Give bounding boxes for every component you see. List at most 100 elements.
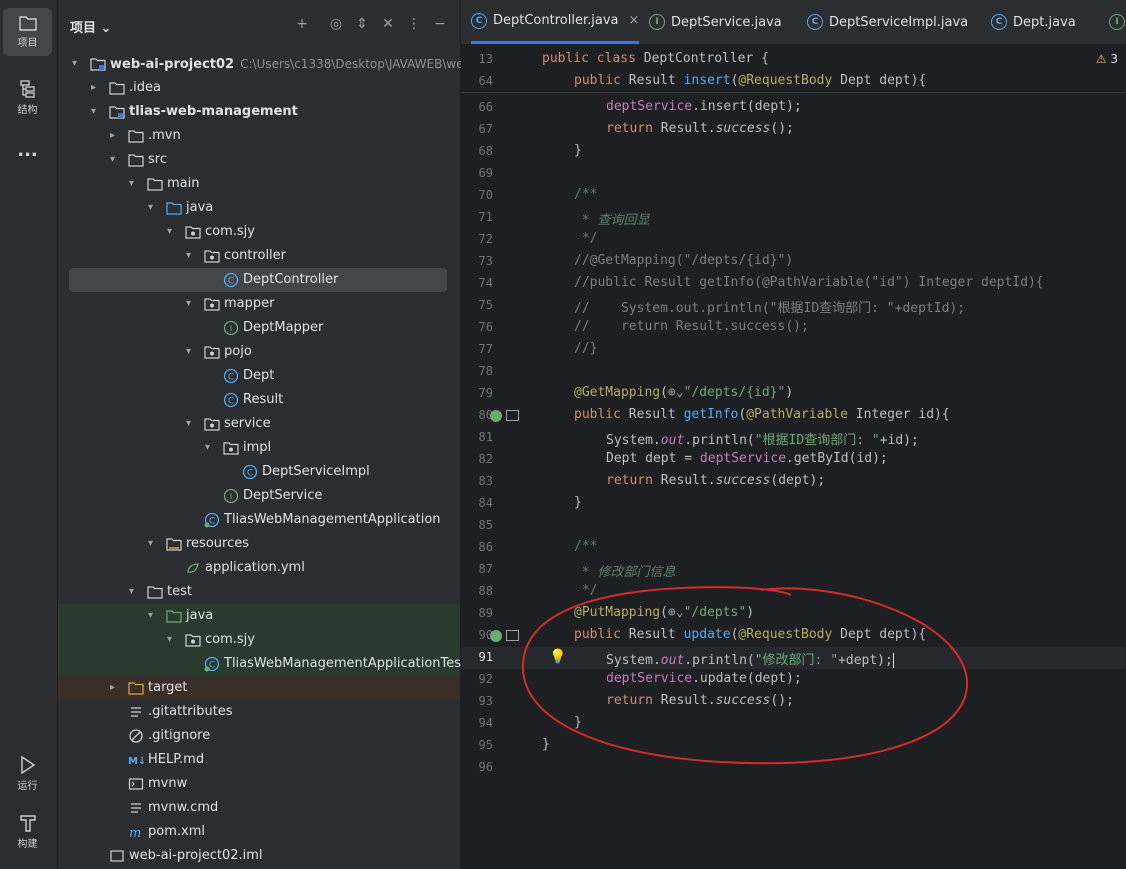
- svg-text:m: m: [129, 826, 141, 840]
- module-folder-icon: [109, 106, 125, 119]
- tree-item-test-package[interactable]: ▾ com.sjy: [58, 628, 460, 652]
- tree-item-dept[interactable]: C Dept: [58, 364, 460, 388]
- tree-item-label: java: [186, 200, 214, 215]
- tree-item-label: TliasWebManagementApplicationTests: [224, 656, 473, 671]
- more-tools-button[interactable]: ...: [3, 128, 52, 172]
- package-icon: [204, 346, 220, 359]
- tree-item-label: target: [148, 680, 188, 695]
- tree-item-java[interactable]: ▾ java: [58, 196, 460, 220]
- tree-item-deptservice[interactable]: I DeptService: [58, 484, 460, 508]
- build-tool-label: 构建: [17, 839, 38, 850]
- tool-window-strip: 项目 结构 ... 运行 构建: [0, 0, 58, 869]
- tree-item-label: Dept: [243, 368, 275, 383]
- tree-item-label: main: [167, 176, 200, 191]
- project-panel-title[interactable]: 项目 ⌄: [70, 17, 111, 36]
- tree-item-gitattributes[interactable]: .gitattributes: [58, 700, 460, 724]
- tree-item-module[interactable]: ▾ tlias-web-management: [58, 100, 460, 124]
- tree-item-controller[interactable]: ▾ controller: [58, 244, 460, 268]
- tree-item-gitignore[interactable]: .gitignore: [58, 724, 460, 748]
- package-icon: [204, 250, 220, 263]
- tree-item-test[interactable]: ▾ test: [58, 580, 460, 604]
- chevron-down-icon: ▾: [186, 346, 192, 357]
- chevron-right-icon: ▸: [110, 682, 116, 693]
- tree-item-mapper[interactable]: ▾ mapper: [58, 292, 460, 316]
- svg-text:C: C: [209, 661, 215, 671]
- tree-item-label: .gitignore: [148, 728, 211, 743]
- options-icon[interactable]: ⋮: [406, 16, 422, 32]
- folder-icon: [128, 154, 144, 167]
- tree-item-label: test: [167, 584, 192, 599]
- tree-item-application-yml[interactable]: application.yml: [58, 556, 460, 580]
- tree-item-label: .idea: [129, 80, 161, 95]
- collapse-all-icon[interactable]: ✕: [380, 16, 396, 32]
- tree-item-resources[interactable]: ▾ resources: [58, 532, 460, 556]
- markdown-icon: M↓: [128, 756, 144, 767]
- yaml-config-icon: [187, 563, 199, 573]
- tree-item-label: DeptServiceImpl: [262, 464, 370, 479]
- svg-text:C: C: [228, 397, 234, 407]
- maven-icon: m: [129, 826, 141, 840]
- build-tool-button[interactable]: 构建: [3, 808, 52, 856]
- tree-item-mvn[interactable]: ▸ .mvn: [58, 124, 460, 148]
- hide-icon[interactable]: −: [432, 16, 448, 32]
- class-icon: C: [223, 272, 239, 288]
- excluded-folder-icon: [128, 682, 144, 695]
- structure-tool-button[interactable]: 结构: [3, 74, 52, 122]
- tree-item-deptcontroller[interactable]: C DeptController: [69, 268, 447, 292]
- text-file-icon: [131, 803, 141, 813]
- chevron-down-icon: ▾: [72, 58, 78, 69]
- chevron-down-icon: ▾: [91, 106, 97, 117]
- tree-item-deptmapper[interactable]: I DeptMapper: [58, 316, 460, 340]
- tree-item-root[interactable]: ▾ web-ai-project02 C:\Users\c1338\Desktop…: [58, 52, 486, 76]
- tree-item-src[interactable]: ▾ src: [58, 148, 460, 172]
- chevron-down-icon: ▾: [148, 610, 154, 621]
- tree-item-label: java: [186, 608, 214, 623]
- package-icon: [223, 442, 239, 455]
- spring-class-icon: C: [204, 512, 220, 528]
- tree-item-result[interactable]: C Result: [58, 388, 460, 412]
- package-icon: [185, 226, 201, 239]
- text-file-icon: [131, 707, 141, 717]
- package-icon: [204, 418, 220, 431]
- chevron-right-icon: ▸: [91, 82, 97, 93]
- run-icon: [20, 756, 35, 774]
- expand-all-icon[interactable]: ⇕: [354, 16, 370, 32]
- tree-item-mvnw-cmd[interactable]: mvnw.cmd: [58, 796, 460, 820]
- run-tool-label: 运行: [17, 781, 38, 792]
- tree-item-impl[interactable]: ▾ impl: [58, 436, 460, 460]
- chevron-down-icon: ▾: [110, 154, 116, 165]
- folder-icon: [147, 178, 163, 191]
- svg-text:I: I: [230, 325, 233, 335]
- tree-item-package[interactable]: ▾ com.sjy: [58, 220, 460, 244]
- chevron-down-icon: ▾: [129, 178, 135, 189]
- tree-item-label: mvnw: [148, 776, 188, 791]
- tree-item-mvnw[interactable]: mvnw: [58, 772, 460, 796]
- tree-item-service[interactable]: ▾ service: [58, 412, 460, 436]
- tree-item-application[interactable]: C TliasWebManagementApplication: [58, 508, 460, 532]
- project-panel: 项目 ⌄ + ◎ ⇕ ✕ ⋮ − ▾ web-ai-project02 C:\Us…: [58, 0, 517, 869]
- package-icon: [204, 298, 220, 311]
- tree-item-label: service: [224, 416, 271, 431]
- code-editor: C DeptController.java × I DeptService.ja…: [461, 0, 1126, 869]
- folder-icon: [109, 82, 125, 95]
- add-icon[interactable]: +: [294, 16, 310, 32]
- tree-item-tests[interactable]: C TliasWebManagementApplicationTests: [58, 652, 473, 676]
- tree-item-iml[interactable]: web-ai-project02.iml: [58, 844, 460, 868]
- tree-item-deptserviceimpl[interactable]: C DeptServiceImpl: [58, 460, 460, 484]
- locate-icon[interactable]: ◎: [328, 16, 344, 32]
- shell-script-icon: [128, 778, 144, 790]
- annotation-circle: [521, 586, 969, 765]
- project-tool-button[interactable]: 项目: [3, 8, 52, 56]
- run-tool-button[interactable]: 运行: [3, 750, 52, 798]
- tree-item-target[interactable]: ▸ target: [58, 676, 460, 700]
- tree-item-pojo[interactable]: ▾ pojo: [58, 340, 460, 364]
- tree-item-idea[interactable]: ▸ .idea: [58, 76, 460, 100]
- tree-item-label: controller: [224, 248, 287, 263]
- svg-text:C: C: [228, 277, 234, 287]
- tree-item-help[interactable]: M↓ HELP.md: [58, 748, 460, 772]
- tree-item-path: C:\Users\c1338\Desktop\JAVAWEB\web-ai: [240, 57, 487, 71]
- structure-icon: [19, 80, 35, 98]
- tree-item-pom[interactable]: m pom.xml: [58, 820, 460, 844]
- tree-item-main[interactable]: ▾ main: [58, 172, 460, 196]
- tree-item-test-java[interactable]: ▾ java: [58, 604, 460, 628]
